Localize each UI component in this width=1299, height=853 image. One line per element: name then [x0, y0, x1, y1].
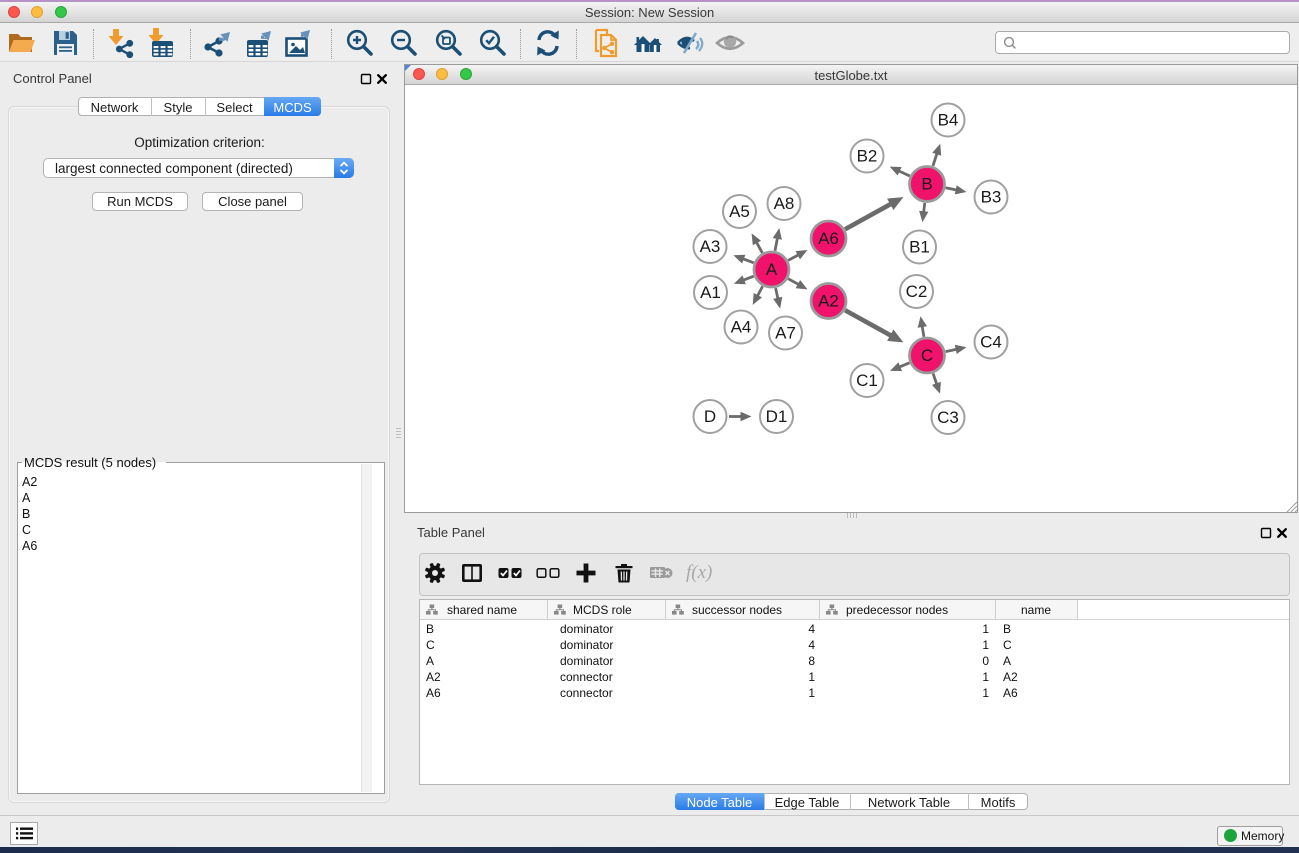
svg-text:D1: D1 [766, 407, 788, 426]
svg-text:A7: A7 [775, 324, 796, 343]
svg-text:A: A [766, 260, 778, 279]
svg-text:C3: C3 [937, 408, 959, 427]
svg-text:A8: A8 [774, 194, 795, 213]
svg-text:A1: A1 [700, 283, 721, 302]
svg-text:D: D [704, 407, 716, 426]
svg-text:A3: A3 [700, 237, 721, 256]
svg-text:C2: C2 [906, 282, 928, 301]
svg-text:B: B [921, 175, 932, 194]
svg-text:B3: B3 [981, 188, 1002, 207]
svg-text:A6: A6 [818, 229, 839, 248]
svg-text:A4: A4 [731, 318, 752, 337]
svg-text:A5: A5 [729, 202, 750, 221]
svg-text:A2: A2 [818, 292, 839, 311]
svg-text:B2: B2 [857, 147, 878, 166]
svg-text:C1: C1 [856, 371, 878, 390]
svg-text:B4: B4 [938, 111, 959, 130]
svg-text:C: C [921, 346, 933, 365]
svg-text:B1: B1 [909, 238, 930, 257]
svg-text:C4: C4 [980, 333, 1002, 352]
